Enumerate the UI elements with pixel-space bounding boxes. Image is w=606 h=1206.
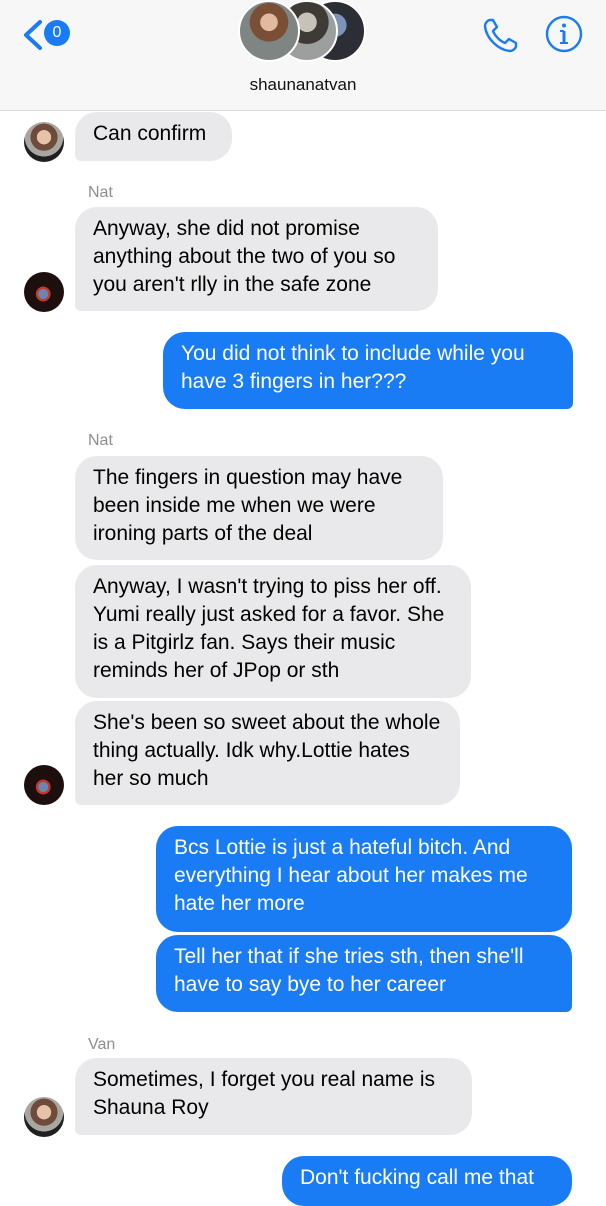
sender-name: Nat bbox=[88, 432, 113, 449]
info-button[interactable] bbox=[544, 14, 584, 54]
message-bubble[interactable]: Sometimes, I forget you real name is Sha… bbox=[75, 1058, 472, 1135]
group-avatars[interactable] bbox=[236, 0, 376, 64]
group-name[interactable]: shaunanatvan bbox=[0, 75, 606, 95]
message-bubble[interactable]: Bcs Lottie is just a hateful bitch. And … bbox=[156, 826, 572, 932]
info-icon bbox=[545, 15, 583, 53]
message-bubble[interactable]: Can confirm bbox=[75, 112, 232, 161]
group-avatar-1 bbox=[238, 0, 300, 62]
avatar-van[interactable] bbox=[24, 1097, 64, 1137]
phone-icon bbox=[483, 18, 518, 53]
avatar-nat[interactable] bbox=[24, 765, 64, 805]
message-bubble[interactable]: She's been so sweet about the whole thin… bbox=[75, 701, 460, 805]
message-bubble[interactable]: The fingers in question may have been in… bbox=[75, 456, 443, 560]
call-button[interactable] bbox=[480, 14, 522, 56]
message-bubble[interactable]: Tell her that if she tries sth, then she… bbox=[156, 935, 572, 1012]
message-bubble[interactable]: Anyway, she did not promise anything abo… bbox=[75, 207, 438, 311]
back-button[interactable]: 0 bbox=[22, 12, 78, 56]
unread-count-badge: 0 bbox=[44, 20, 70, 46]
avatar-van[interactable] bbox=[24, 122, 64, 162]
message-bubble[interactable]: Anyway, I wasn't trying to piss her off.… bbox=[75, 565, 471, 698]
message-bubble[interactable]: You did not think to include while you h… bbox=[163, 332, 573, 409]
conversation-header: 0 shaunanatvan bbox=[0, 0, 606, 111]
avatar-nat[interactable] bbox=[24, 272, 64, 312]
sender-name: Van bbox=[88, 1036, 116, 1053]
chevron-left-icon bbox=[24, 20, 42, 50]
sender-name: Nat bbox=[88, 184, 113, 201]
message-bubble[interactable]: Don't fucking call me that bbox=[282, 1156, 572, 1206]
